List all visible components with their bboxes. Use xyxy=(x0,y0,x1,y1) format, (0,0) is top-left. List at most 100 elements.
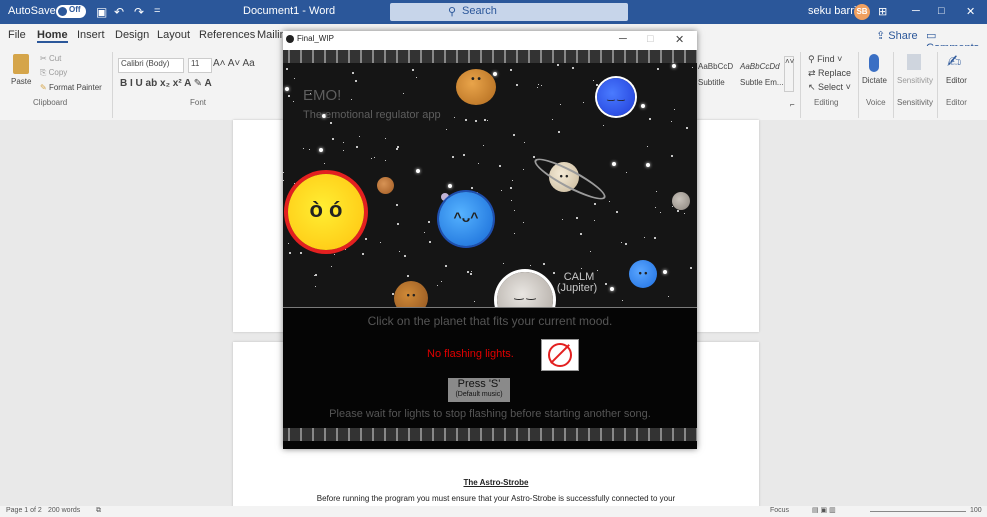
share-button[interactable]: ⇪ Share xyxy=(876,29,918,42)
planet-blue-sad[interactable]: • • xyxy=(629,260,657,288)
tab-mailings[interactable]: Mailin xyxy=(257,29,286,41)
star xyxy=(537,87,538,88)
doc-paragraph: Before running the program you must ensu… xyxy=(316,494,676,503)
redo-icon[interactable]: ↷ xyxy=(134,5,144,19)
game-window: Final_WIP ─ □ ✕ EMO! The emotional regul… xyxy=(283,31,697,449)
focus-button[interactable]: Focus xyxy=(770,507,789,514)
tab-insert[interactable]: Insert xyxy=(77,29,105,41)
star xyxy=(362,253,364,255)
close-icon[interactable]: ✕ xyxy=(966,5,975,18)
voice-group-label: Voice xyxy=(866,98,886,107)
game-maximize-icon[interactable]: □ xyxy=(647,33,654,45)
autosave-toggle[interactable]: Off xyxy=(56,5,86,18)
styles-scroll[interactable]: ˄˅ xyxy=(784,56,794,92)
star xyxy=(513,134,515,136)
star xyxy=(396,148,398,150)
zoom-slider[interactable] xyxy=(870,511,966,512)
paste-button[interactable]: Paste xyxy=(11,77,31,86)
star xyxy=(514,210,515,211)
star xyxy=(484,119,486,121)
star xyxy=(686,127,688,129)
saturn-ring xyxy=(530,152,610,206)
star xyxy=(407,275,409,277)
style-subtitle[interactable]: Subtitle xyxy=(698,78,725,87)
star xyxy=(470,273,472,275)
star xyxy=(478,163,479,164)
star xyxy=(471,271,472,272)
paste-icon[interactable] xyxy=(13,54,29,74)
font-name-box[interactable]: Calibri (Body) xyxy=(118,58,184,73)
font-size-box[interactable]: 11 xyxy=(188,58,212,73)
star xyxy=(671,155,673,157)
font-grow-icon[interactable]: A˄ A˅ Aa xyxy=(213,58,255,69)
view-buttons[interactable]: ▤ ▣ ▥ xyxy=(812,506,836,514)
word-count[interactable]: 200 words xyxy=(48,507,80,514)
ribbon-display-icon[interactable]: ⊞ xyxy=(878,5,887,18)
tab-layout[interactable]: Layout xyxy=(157,29,190,41)
planet-earth[interactable]: ^ᴗ^ xyxy=(439,192,493,246)
style-normal[interactable]: AaBbCcD xyxy=(698,62,733,71)
page-count[interactable]: Page 1 of 2 xyxy=(6,507,42,514)
game-minimize-icon[interactable]: ─ xyxy=(619,33,627,45)
replace-button[interactable]: ⇄ Replace xyxy=(808,68,851,79)
share-label: Share xyxy=(888,30,918,42)
editor-icon[interactable]: ✍ xyxy=(947,52,961,72)
star xyxy=(672,64,676,68)
star xyxy=(516,84,518,86)
star xyxy=(385,138,386,139)
sensitivity-button[interactable]: Sensitivity xyxy=(897,76,933,85)
style-subtle-emphasis[interactable]: Subtle Em... xyxy=(740,78,784,87)
cut-button[interactable]: ✂ Cut xyxy=(40,54,61,63)
copy-button[interactable]: ⎘ Copy xyxy=(40,68,67,78)
microphone-icon[interactable] xyxy=(869,54,879,72)
maximize-icon[interactable]: □ xyxy=(938,5,945,17)
star xyxy=(580,233,582,235)
format-buttons[interactable]: B I U ab x₂ x² A ✎ A xyxy=(120,78,212,89)
undo-icon[interactable]: ↶ xyxy=(114,5,124,19)
planet-small-brown[interactable] xyxy=(377,177,394,194)
star xyxy=(416,77,417,78)
star xyxy=(343,150,344,151)
autosave-state: Off xyxy=(69,5,81,14)
tab-design[interactable]: Design xyxy=(115,29,149,41)
editor-button[interactable]: Editor xyxy=(946,76,967,85)
avatar[interactable]: SB xyxy=(854,4,870,20)
customize-icon[interactable]: = xyxy=(154,5,160,17)
star xyxy=(690,267,692,269)
planet-neptune[interactable]: ‿ ‿ xyxy=(597,78,635,116)
format-painter-button[interactable]: ✎ Format Painter xyxy=(40,83,102,92)
tab-file[interactable]: File xyxy=(8,29,26,41)
search-box[interactable]: ⚲ Search xyxy=(390,3,628,21)
zoom-level[interactable]: 100 xyxy=(970,507,982,514)
planet-jupiter-calm[interactable]: ‿ ‿ xyxy=(497,272,553,308)
copy-icon: ⎘ xyxy=(40,68,49,77)
planet-mercury[interactable]: • • xyxy=(456,69,496,105)
star xyxy=(315,286,316,287)
star xyxy=(510,187,512,189)
minimize-icon[interactable]: ─ xyxy=(912,5,920,17)
save-icon[interactable]: ▣ xyxy=(96,5,107,19)
proofing-icon[interactable]: ⧉ xyxy=(96,507,101,515)
planet-mars[interactable]: • • xyxy=(394,281,428,308)
sensitivity-icon[interactable] xyxy=(907,54,921,70)
planet-sun-angry[interactable]: ò ó xyxy=(288,174,364,250)
style-heading[interactable]: AaBbCcDd xyxy=(740,62,780,71)
sensitivity-group-label: Sensitivity xyxy=(897,98,934,107)
planet-grey[interactable] xyxy=(672,192,690,210)
dictate-button[interactable]: Dictate xyxy=(862,76,887,85)
tab-home[interactable]: Home xyxy=(37,29,68,43)
star xyxy=(467,271,469,273)
find-button[interactable]: ⚲ Find ˅ xyxy=(808,54,842,65)
game-close-icon[interactable]: ✕ xyxy=(675,33,684,46)
star xyxy=(399,251,400,252)
tab-references[interactable]: References xyxy=(199,29,255,41)
star xyxy=(330,122,332,124)
star xyxy=(572,67,574,69)
star xyxy=(647,146,648,147)
font-group-label: Font xyxy=(190,98,207,107)
styles-dialog-icon[interactable]: ⌐ xyxy=(790,100,795,109)
clipboard-group-label: Clipboard xyxy=(33,98,68,107)
star xyxy=(334,254,335,255)
select-button[interactable]: ↖ Select ˅ xyxy=(808,82,851,93)
press-s-button[interactable]: Press 'S' (Default music) xyxy=(448,378,510,402)
